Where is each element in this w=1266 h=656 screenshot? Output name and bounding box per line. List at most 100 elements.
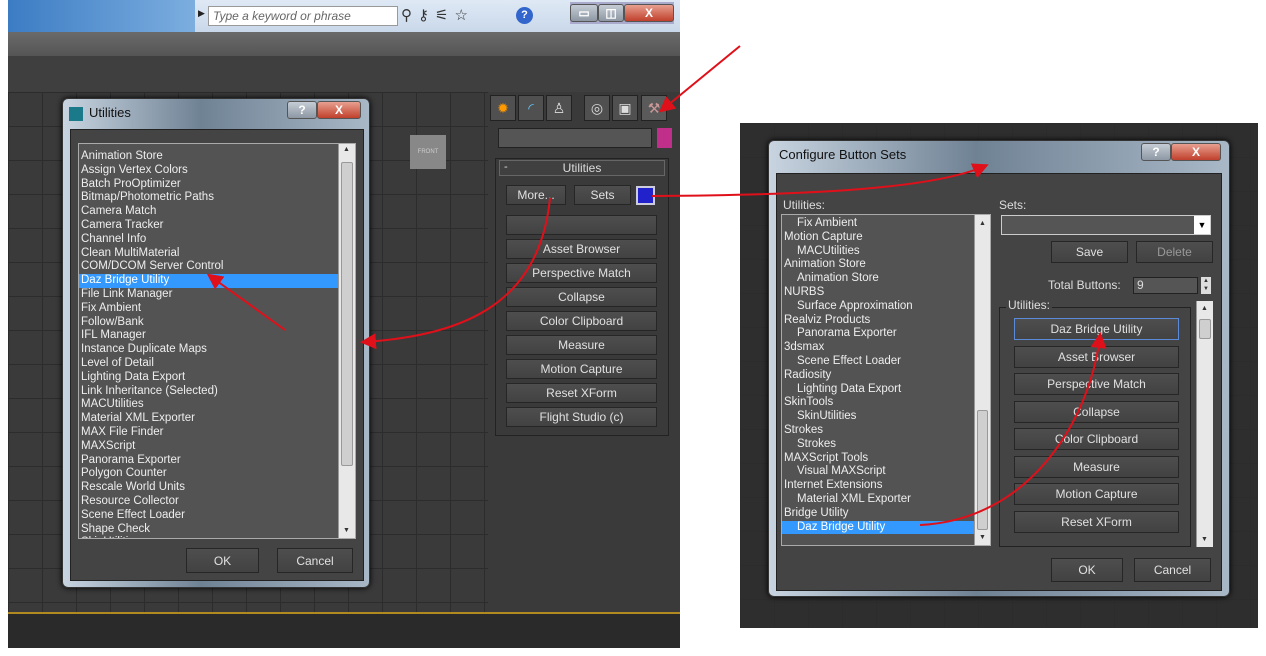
delete-button[interactable]: Delete <box>1136 241 1213 263</box>
chevron-down-icon[interactable]: ▼ <box>1194 216 1210 234</box>
close-button[interactable]: X <box>317 101 361 119</box>
display-tab-icon[interactable]: ▣ <box>612 95 638 121</box>
object-color-swatch[interactable] <box>657 128 672 148</box>
utility-button[interactable]: Reset XForm <box>506 383 657 403</box>
utility-button[interactable]: Perspective Match <box>506 263 657 283</box>
list-item[interactable]: Camera Tracker <box>79 219 339 233</box>
list-item[interactable]: MAX File Finder <box>79 426 339 440</box>
scroll-thumb[interactable] <box>1199 319 1211 339</box>
list-item[interactable]: Scene Effect Loader <box>79 509 339 523</box>
utility-button[interactable] <box>506 215 657 235</box>
ok-button[interactable]: OK <box>1051 558 1123 582</box>
tree-item[interactable]: MACUtilities <box>782 245 975 259</box>
tree-item[interactable]: Animation Store <box>782 272 975 286</box>
utility-button[interactable]: Flight Studio (c) <box>506 407 657 427</box>
scroll-thumb[interactable] <box>977 410 988 530</box>
binoculars-icon[interactable]: ⚲ <box>401 7 418 24</box>
list-item[interactable]: SkinUtilities <box>79 536 339 538</box>
help-button[interactable]: ? <box>287 101 317 119</box>
list-item[interactable]: COM/DCOM Server Control <box>79 260 339 274</box>
tree-item[interactable]: Lighting Data Export <box>782 383 975 397</box>
utility-button[interactable]: Asset Browser <box>506 239 657 259</box>
tree-item[interactable]: Panorama Exporter <box>782 327 975 341</box>
list-item[interactable]: Level of Detail <box>79 357 339 371</box>
cancel-button[interactable]: Cancel <box>1134 558 1211 582</box>
sets-dropdown[interactable]: ▼ <box>1001 215 1211 235</box>
tree-item[interactable]: Motion Capture <box>782 231 975 245</box>
expand-icon[interactable]: ▶ <box>198 8 205 19</box>
tree-item[interactable]: Radiosity <box>782 369 975 383</box>
list-item[interactable]: Material XML Exporter <box>79 412 339 426</box>
minimize-button[interactable]: ▭ <box>570 4 598 22</box>
list-item[interactable]: Camera Match <box>79 205 339 219</box>
tree-item[interactable]: Daz Bridge Utility <box>782 520 975 535</box>
satellite-icon[interactable]: ⚟ <box>435 7 454 24</box>
group-scrollbar[interactable]: ▲ ▼ <box>1196 301 1213 547</box>
set-button[interactable]: Motion Capture <box>1014 483 1179 505</box>
utility-button[interactable]: Collapse <box>506 287 657 307</box>
restore-button[interactable]: ◫ <box>598 4 624 22</box>
tree-item[interactable]: SkinTools <box>782 396 975 410</box>
list-item[interactable]: Animation Store <box>79 150 339 164</box>
list-item[interactable]: Resource Collector <box>79 495 339 509</box>
utilities-list[interactable]: Animation Store Assign Vertex Colors Batch… <box>78 143 356 539</box>
key-icon[interactable]: ⚷ <box>418 7 435 24</box>
scrollbar[interactable]: ▲ ▼ <box>338 144 355 538</box>
set-button[interactable]: Reset XForm <box>1014 510 1179 533</box>
scrollbar[interactable]: ▲ ▼ <box>974 215 990 545</box>
utilities-hammer-tab-icon[interactable]: ⚒ <box>641 95 667 121</box>
cancel-button[interactable]: Cancel <box>277 548 353 573</box>
list-item[interactable]: IFL Manager <box>79 329 339 343</box>
save-button[interactable]: Save <box>1051 241 1128 263</box>
list-item[interactable]: Bitmap/Photometric Paths <box>79 191 339 205</box>
more-button[interactable]: More... <box>506 185 566 205</box>
object-name-field[interactable] <box>498 128 652 148</box>
scroll-up-icon[interactable]: ▲ <box>343 146 350 153</box>
tree-item[interactable]: Strokes <box>782 438 975 452</box>
list-item[interactable]: Channel Info <box>79 233 339 247</box>
total-buttons-input[interactable]: 9 <box>1133 277 1198 294</box>
tree-item[interactable]: SkinUtilities <box>782 410 975 424</box>
utilities-tree[interactable]: Fix Ambient Motion Capture MACUtilities Ani… <box>781 214 991 546</box>
help-icon[interactable]: ? <box>516 7 533 24</box>
list-item[interactable]: Polygon Counter <box>79 467 339 481</box>
close-button[interactable]: X <box>624 4 674 22</box>
scroll-thumb[interactable] <box>341 162 353 466</box>
list-item[interactable]: Panorama Exporter <box>79 454 339 468</box>
tree-item[interactable]: Visual MAXScript <box>782 465 975 479</box>
set-button[interactable]: Perspective Match <box>1014 373 1179 395</box>
list-item[interactable]: Fix Ambient <box>79 302 339 316</box>
tree-item[interactable]: Material XML Exporter <box>782 493 975 507</box>
list-item[interactable]: Follow/Bank <box>79 316 339 330</box>
utility-button[interactable]: Measure <box>506 335 657 355</box>
set-button[interactable]: Measure <box>1014 455 1179 478</box>
scroll-up-icon[interactable]: ▲ <box>1201 305 1208 312</box>
tree-item[interactable]: 3dsmax <box>782 341 975 355</box>
set-button[interactable]: Color Clipboard <box>1014 428 1179 450</box>
create-tab-icon[interactable]: ✹ <box>490 95 516 121</box>
list-item[interactable]: Rescale World Units <box>79 481 339 495</box>
scroll-down-icon[interactable]: ▼ <box>343 527 350 534</box>
list-item[interactable]: Lighting Data Export <box>79 371 339 385</box>
viewcube[interactable]: FRONT <box>410 135 446 169</box>
utility-button[interactable]: Color Clipboard <box>506 311 657 331</box>
tree-item[interactable]: NURBS <box>782 286 975 300</box>
close-button[interactable]: X <box>1171 143 1221 161</box>
set-button[interactable]: Collapse <box>1014 400 1179 423</box>
modify-tab-icon[interactable]: ◜ <box>518 95 544 121</box>
list-item[interactable]: Assign Vertex Colors <box>79 164 339 178</box>
tree-item[interactable]: Strokes <box>782 424 975 438</box>
sets-button[interactable]: Sets <box>574 185 631 205</box>
tree-item[interactable]: Fix Ambient <box>782 217 975 231</box>
list-item[interactable]: Link Inheritance (Selected) <box>79 385 339 399</box>
tree-item[interactable]: Animation Store <box>782 258 975 272</box>
set-button[interactable]: Asset Browser <box>1014 345 1179 368</box>
tree-item[interactable]: Internet Extensions <box>782 479 975 493</box>
search-input[interactable]: Type a keyword or phrase <box>208 6 398 26</box>
tree-item[interactable]: Scene Effect Loader <box>782 355 975 369</box>
tree-item[interactable]: Realviz Products <box>782 314 975 328</box>
motion-tab-icon[interactable]: ◎ <box>584 95 610 121</box>
tree-item[interactable]: Bridge Utility <box>782 507 975 521</box>
list-item[interactable]: Shape Check <box>79 523 339 537</box>
list-item[interactable]: File Link Manager <box>79 288 339 302</box>
